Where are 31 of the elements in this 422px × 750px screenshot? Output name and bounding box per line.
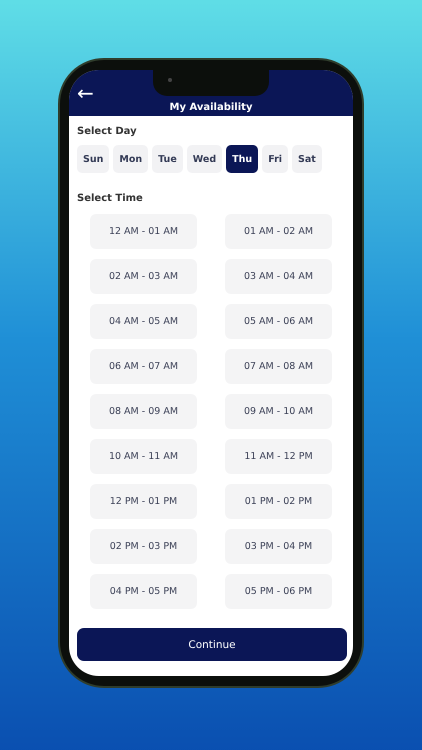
time-slot-button[interactable]: 05 PM - 06 PM [225,574,332,609]
back-button[interactable]: ← [77,83,94,103]
time-slot-button[interactable]: 03 AM - 04 AM [225,259,332,294]
time-slot-button[interactable]: 05 AM - 06 AM [225,304,332,339]
day-tab[interactable]: Sat [292,145,322,173]
time-slot-button[interactable]: 08 AM - 09 AM [90,394,197,429]
time-slot-button[interactable]: 02 AM - 03 AM [90,259,197,294]
screen-title: My Availability [170,102,252,115]
time-slot-button[interactable]: 11 AM - 12 PM [225,439,332,474]
time-slot-button[interactable]: 07 AM - 08 AM [225,349,332,384]
time-slot-button[interactable]: 09 AM - 10 AM [225,394,332,429]
time-slot-button[interactable]: 04 PM - 05 PM [90,574,197,609]
camera-icon [168,78,172,82]
day-tab[interactable]: Fri [262,145,288,173]
time-slot-button[interactable]: 02 PM - 03 PM [90,529,197,564]
day-tab[interactable]: Thu [226,145,258,173]
day-tab[interactable]: Tue [152,145,183,173]
time-slot-button[interactable]: 01 AM - 02 AM [225,214,332,249]
section-label: Select Time [77,193,144,204]
continue-button[interactable]: Continue [77,628,347,661]
time-slot-button[interactable]: 01 PM - 02 PM [225,484,332,519]
time-slot-button[interactable]: 10 AM - 11 AM [90,439,197,474]
day-tab[interactable]: Sun [77,145,110,173]
time-slot-button[interactable]: 03 PM - 04 PM [225,529,332,564]
day-tab[interactable]: Wed [186,145,222,173]
day-tab[interactable]: Mon [113,145,148,173]
time-slot-button[interactable]: 12 PM - 01 PM [90,484,197,519]
section-label: Select Day [77,126,138,137]
time-slot-button[interactable]: 06 AM - 07 AM [90,349,197,384]
time-slot-button[interactable]: 04 AM - 05 AM [90,304,197,339]
time-slot-button[interactable]: 12 AM - 01 AM [90,214,197,249]
